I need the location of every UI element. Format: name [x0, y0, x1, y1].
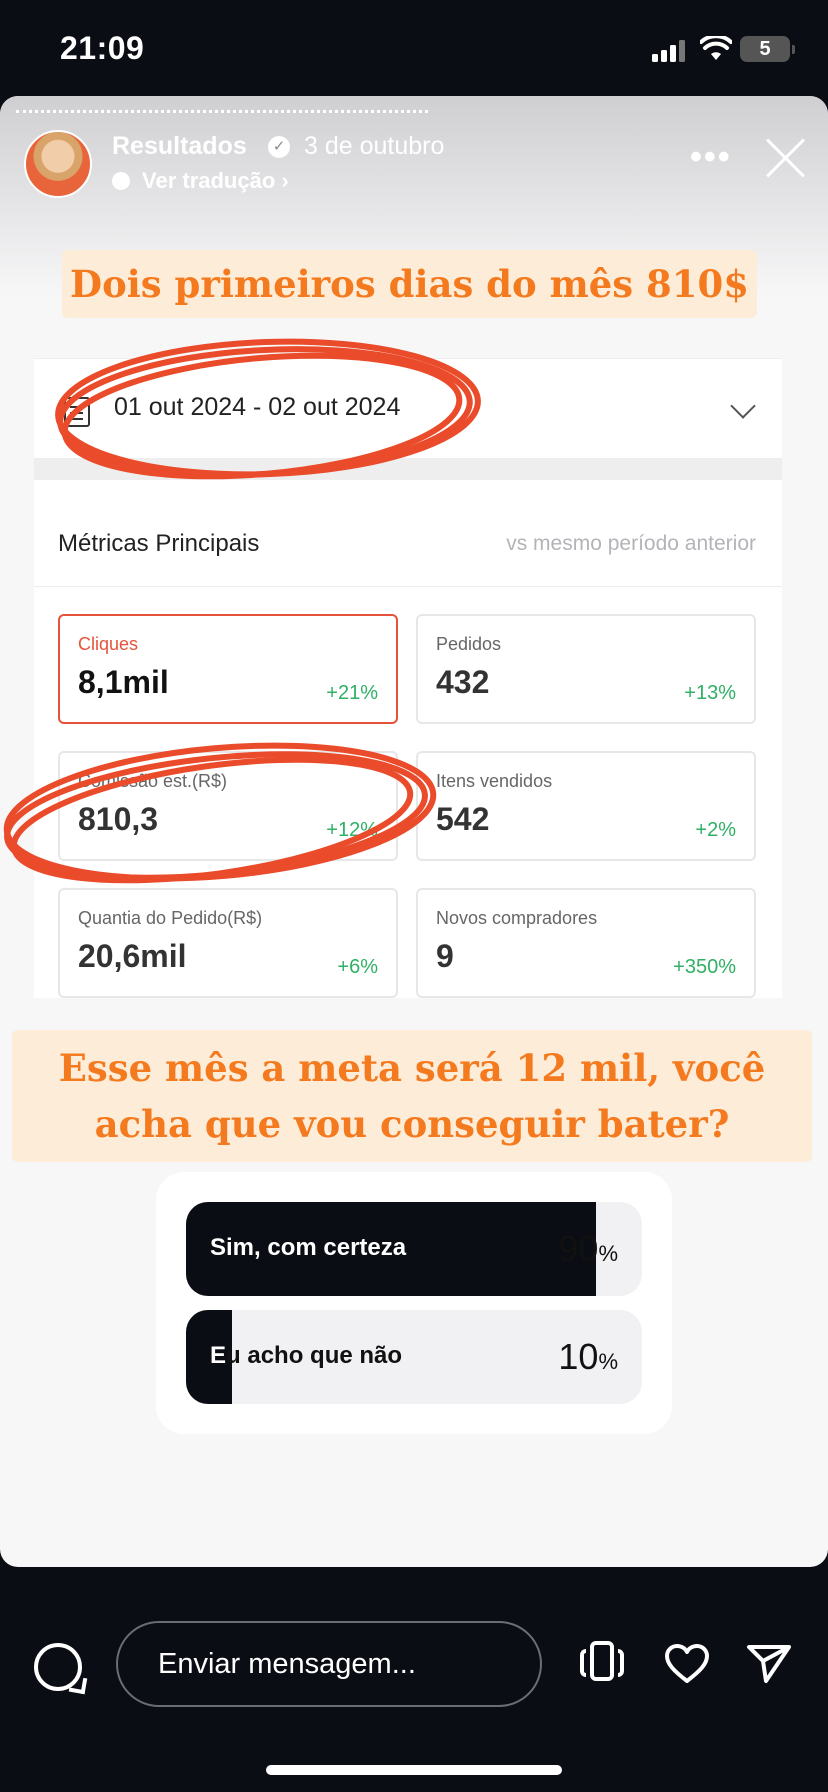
metric-label: Quantia do Pedido(R$): [78, 908, 263, 928]
metric-value: 432: [436, 664, 490, 700]
metric-tile-orders: Pedidos 432 +13%: [416, 614, 756, 724]
headline-top: Dois primeiros dias do mês 810$: [62, 250, 757, 318]
cellular-signal-icon: [652, 40, 685, 62]
metric-label: Itens vendidos: [436, 771, 553, 791]
status-bar: 21:09 5: [0, 0, 828, 96]
date-range-selector: 01 out 2024 - 02 out 2024: [34, 358, 782, 459]
story-stack-icon[interactable]: [580, 1641, 626, 1685]
wifi-icon: [700, 36, 732, 60]
metric-label: Pedidos: [436, 634, 502, 654]
story-author[interactable]: Resultados: [112, 132, 247, 161]
metric-change: +2%: [695, 819, 736, 841]
metrics-screenshot: 01 out 2024 - 02 out 2024 Métricas Princ…: [34, 358, 782, 998]
section-gap: [34, 458, 782, 480]
metric-value: 810,3: [78, 801, 159, 837]
more-options-icon[interactable]: •••: [690, 138, 732, 177]
metric-label: Comissão est.(R$): [78, 771, 228, 791]
avatar[interactable]: [24, 130, 92, 198]
clock: 21:09: [60, 30, 145, 66]
metric-change: +13%: [684, 682, 736, 704]
translate-icon: [112, 172, 130, 190]
close-icon[interactable]: [764, 136, 808, 180]
chevron-right-icon: ›: [275, 168, 289, 193]
poll-percent-sign: %: [598, 1241, 618, 1266]
story-viewer[interactable]: Resultados ✓ 3 de outubro Ver tradução ›…: [0, 96, 828, 1567]
poll-option-label-rest: u acho que não: [226, 1342, 403, 1369]
story-progress-bar: [16, 110, 428, 116]
divider: [34, 586, 782, 587]
metric-change: +21%: [326, 682, 378, 704]
metric-value: 542: [436, 801, 490, 837]
story-reply-bar: Enviar mensagem...: [0, 1567, 828, 1792]
verified-badge-icon: ✓: [268, 136, 290, 158]
metric-change: +350%: [673, 956, 736, 978]
metric-tile-items-sold: Itens vendidos 542 +2%: [416, 751, 756, 861]
headline-bottom: Esse mês a meta será 12 mil, você acha q…: [12, 1030, 812, 1162]
poll-option-label: Sim, com certeza: [210, 1234, 407, 1261]
translate-link[interactable]: Ver tradução ›: [112, 168, 289, 194]
poll-percent-sign: %: [598, 1349, 618, 1374]
metric-change: +12%: [326, 819, 378, 841]
metric-tile-commission: Comissão est.(R$) 810,3 +12%: [58, 751, 398, 861]
date-range-text: 01 out 2024 - 02 out 2024: [114, 393, 401, 421]
message-input[interactable]: Enviar mensagem...: [116, 1621, 542, 1707]
poll-option-yes[interactable]: Sim, com certeza 90%: [186, 1202, 642, 1296]
metrics-title: Métricas Principais: [58, 530, 260, 557]
metric-value: 8,1mil: [78, 664, 169, 700]
chevron-down-icon: [730, 393, 756, 419]
poll-sticker: Sim, com certeza 90% Eu acho que não 10%: [156, 1172, 672, 1434]
poll-option-no[interactable]: Eu acho que não 10%: [186, 1310, 642, 1404]
calendar-icon: [64, 397, 90, 427]
poll-percent-value: 90: [558, 1228, 599, 1269]
camera-icon[interactable]: [34, 1643, 82, 1691]
story-date: 3 de outubro: [304, 132, 445, 160]
metric-tile-clicks: Cliques 8,1mil +21%: [58, 614, 398, 724]
heart-icon[interactable]: [664, 1643, 710, 1685]
battery-indicator: 5: [740, 36, 795, 62]
send-icon[interactable]: [746, 1643, 792, 1685]
poll-percent-value: 10: [558, 1336, 599, 1377]
metric-value: 20,6mil: [78, 938, 187, 974]
metric-label: Novos compradores: [436, 908, 598, 928]
headline-bottom-line-1: Esse mês a meta será 12 mil, você: [58, 1046, 766, 1090]
metrics-compare: vs mesmo período anterior: [506, 532, 756, 555]
poll-option-label: Eu acho que não: [210, 1342, 402, 1370]
home-indicator: [266, 1765, 562, 1775]
poll-option-percent: 10%: [558, 1336, 618, 1378]
poll-option-label-start: E: [210, 1342, 227, 1369]
metric-tile-order-amount: Quantia do Pedido(R$) 20,6mil +6%: [58, 888, 398, 998]
metric-tile-new-buyers: Novos compradores 9 +350%: [416, 888, 756, 998]
poll-option-percent: 90%: [558, 1228, 618, 1270]
translate-label: Ver tradução: [142, 168, 276, 193]
metric-change: +6%: [337, 956, 378, 978]
metric-label: Cliques: [78, 634, 139, 654]
headline-bottom-line-2: acha que vou conseguir bater?: [94, 1102, 730, 1146]
metric-value: 9: [436, 938, 454, 974]
